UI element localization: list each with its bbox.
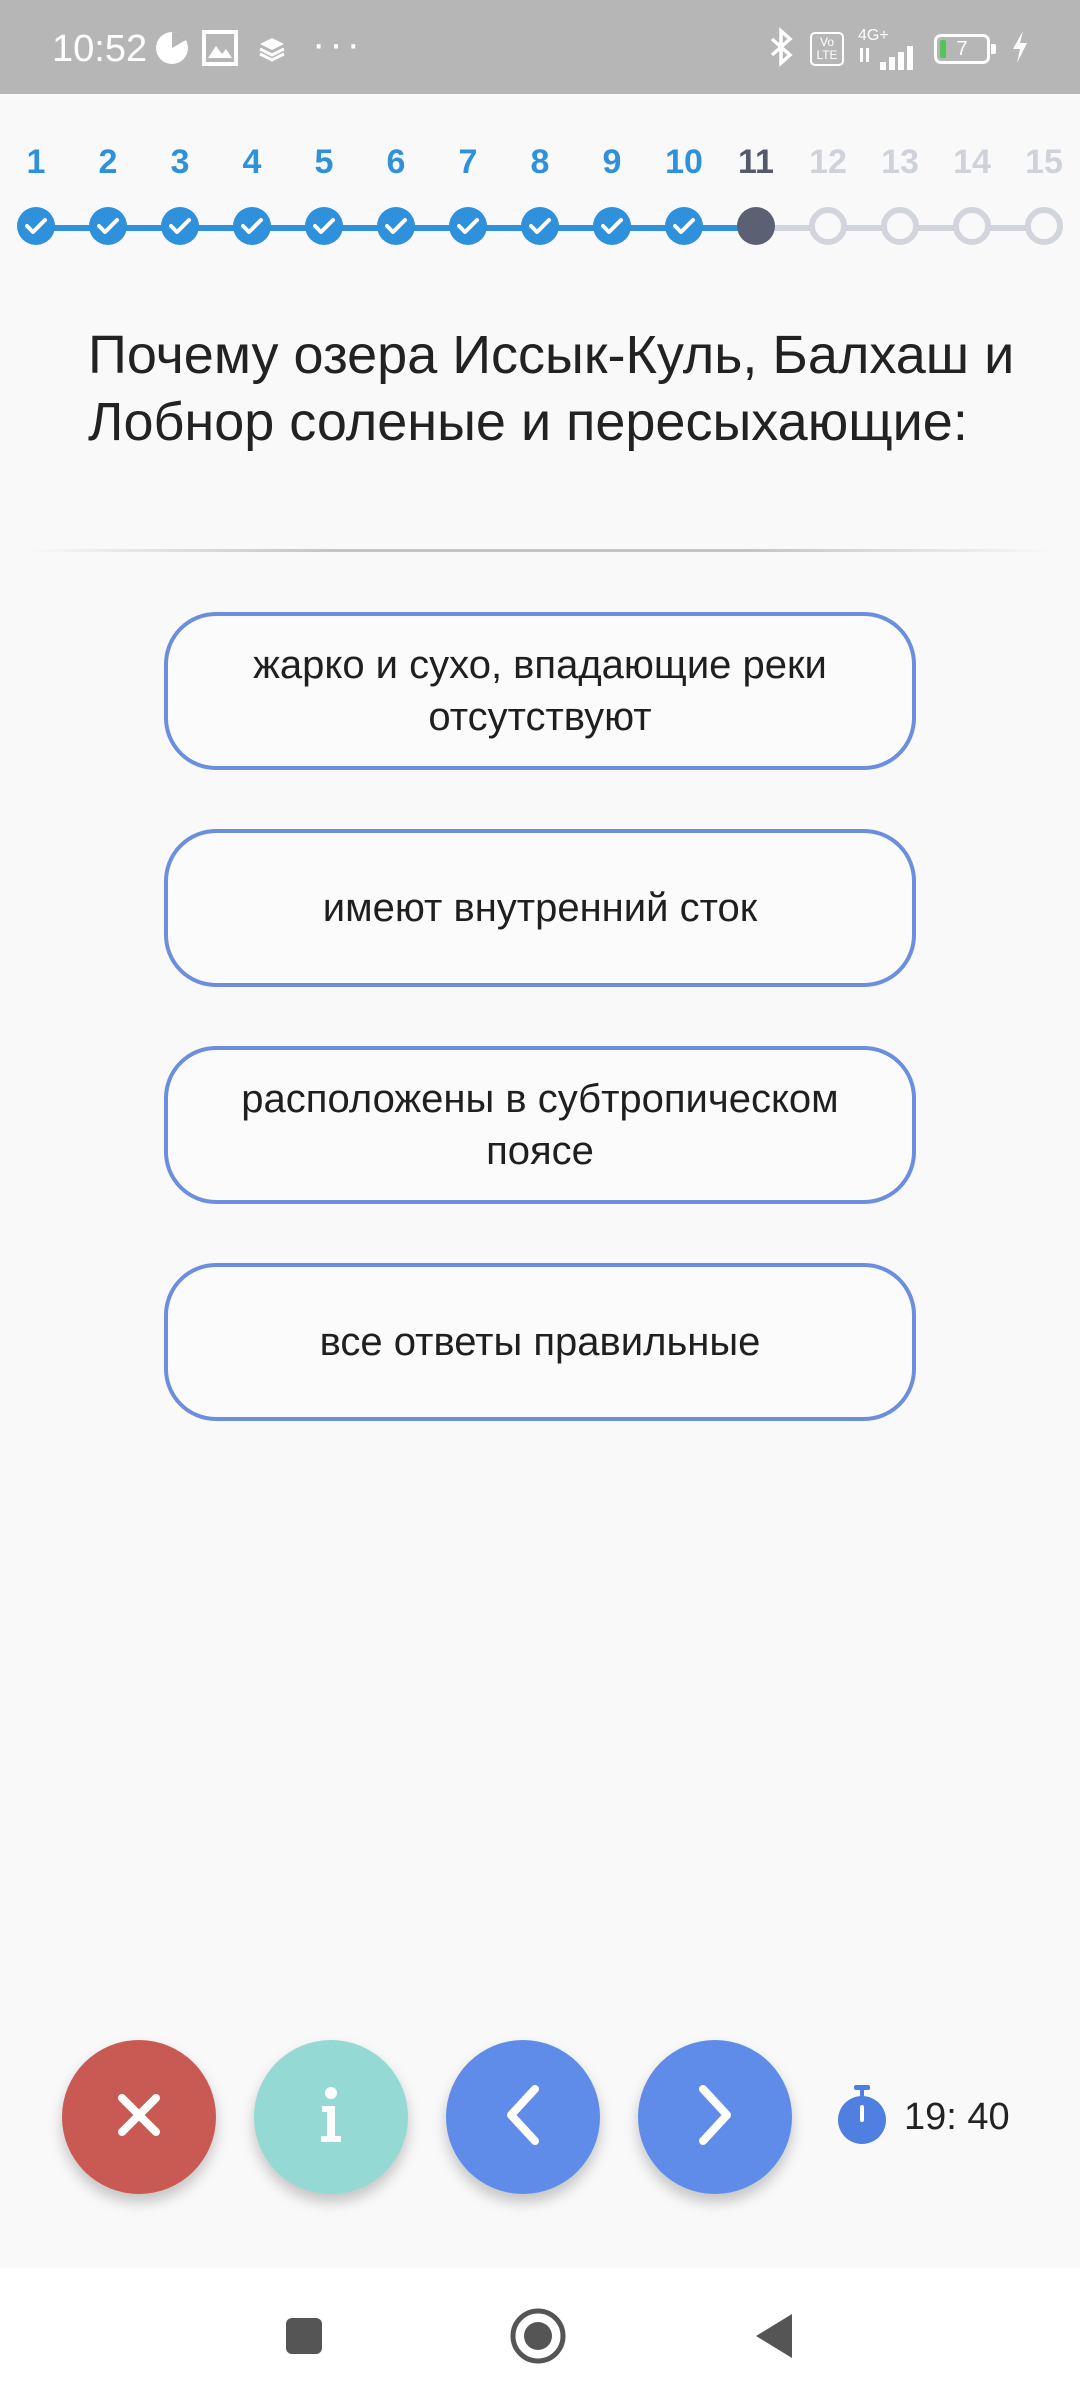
pie-chart-icon bbox=[152, 28, 192, 68]
charging-icon bbox=[1010, 29, 1030, 70]
step-number: 15 bbox=[1025, 143, 1063, 181]
question-divider bbox=[24, 549, 1056, 552]
step-7[interactable]: 7 bbox=[432, 140, 504, 245]
info-button[interactable] bbox=[254, 2040, 408, 2194]
status-bar: 10:52 ··· Vo LTE 4G+ 7 bbox=[0, 0, 1080, 94]
step-8[interactable]: 8 bbox=[504, 140, 576, 245]
step-done-check-icon bbox=[665, 207, 703, 245]
step-9[interactable]: 9 bbox=[576, 140, 648, 245]
status-time: 10:52 bbox=[52, 28, 148, 70]
timer-value: 19: 40 bbox=[904, 2095, 1010, 2138]
answer-option-3[interactable]: расположены в субтропическом поясе bbox=[164, 1046, 916, 1204]
step-number: 10 bbox=[665, 143, 703, 181]
step-number: 14 bbox=[953, 143, 991, 181]
step-done-check-icon bbox=[89, 207, 127, 245]
step-pending-dot bbox=[953, 207, 991, 245]
step-number: 12 bbox=[809, 143, 847, 181]
recents-button[interactable] bbox=[274, 2308, 334, 2368]
close-icon bbox=[114, 2090, 164, 2145]
step-14[interactable]: 14 bbox=[936, 140, 1008, 245]
step-number: 7 bbox=[458, 143, 478, 181]
step-number: 9 bbox=[602, 143, 622, 181]
step-6[interactable]: 6 bbox=[360, 140, 432, 245]
step-12[interactable]: 12 bbox=[792, 140, 864, 245]
home-circle-icon bbox=[509, 2307, 567, 2370]
step-done-check-icon bbox=[161, 207, 199, 245]
system-nav-bar bbox=[0, 2268, 1080, 2400]
answer-option-2[interactable]: имеют внутренний сток bbox=[164, 829, 916, 987]
step-2[interactable]: 2 bbox=[72, 140, 144, 245]
volte-badge: Vo LTE bbox=[810, 32, 844, 66]
question-text: Почему озера Иссык-Куль, Балхаш и Лобнор… bbox=[88, 325, 1015, 452]
step-5[interactable]: 5 bbox=[288, 140, 360, 245]
step-number: 11 bbox=[738, 143, 774, 181]
step-13[interactable]: 13 bbox=[864, 140, 936, 245]
step-number: 5 bbox=[314, 143, 334, 181]
chevron-left-icon bbox=[501, 2083, 545, 2152]
info-icon bbox=[316, 2086, 346, 2149]
back-triangle-icon bbox=[752, 2312, 796, 2365]
image-icon bbox=[200, 28, 240, 68]
step-done-check-icon bbox=[449, 207, 487, 245]
step-number: 6 bbox=[386, 143, 406, 181]
status-overflow: ··· bbox=[312, 22, 364, 66]
step-4[interactable]: 4 bbox=[216, 140, 288, 245]
back-button[interactable] bbox=[744, 2308, 804, 2368]
step-done-check-icon bbox=[233, 207, 271, 245]
answer-option-1[interactable]: жарко и сухо, впадающие реки отсутствуют bbox=[164, 612, 916, 770]
home-button[interactable] bbox=[508, 2308, 568, 2368]
step-number: 4 bbox=[242, 143, 262, 181]
bluetooth-icon bbox=[766, 26, 796, 72]
close-button[interactable] bbox=[62, 2040, 216, 2194]
step-3[interactable]: 3 bbox=[144, 140, 216, 245]
signal-icon: 4G+ bbox=[858, 28, 920, 70]
step-1[interactable]: 1 bbox=[0, 140, 72, 245]
step-number: 2 bbox=[98, 143, 118, 181]
previous-question-button[interactable] bbox=[446, 2040, 600, 2194]
step-pending-dot bbox=[809, 207, 847, 245]
step-done-check-icon bbox=[17, 207, 55, 245]
step-pending-dot bbox=[1025, 207, 1063, 245]
network-type: 4G+ bbox=[858, 27, 889, 44]
step-pending-dot bbox=[881, 207, 919, 245]
step-done-check-icon bbox=[521, 207, 559, 245]
step-10[interactable]: 10 bbox=[648, 140, 720, 245]
chevron-right-icon bbox=[693, 2083, 737, 2152]
stopwatch-icon bbox=[836, 2084, 888, 2150]
quiz-timer: 19: 40 bbox=[836, 2084, 1010, 2150]
step-number: 13 bbox=[881, 143, 919, 181]
step-number: 8 bbox=[530, 143, 550, 181]
question-progress-stepper: 1 2 3 4 5 6 7 8 9 10 11 12 13 14 15 bbox=[0, 140, 1080, 260]
layers-icon bbox=[256, 28, 296, 68]
step-number: 1 bbox=[26, 143, 46, 181]
step-11[interactable]: 11 bbox=[720, 140, 792, 245]
answer-option-4[interactable]: все ответы правильные bbox=[164, 1263, 916, 1421]
recents-square-icon bbox=[284, 2316, 324, 2361]
status-right-group: Vo LTE 4G+ 7 bbox=[766, 24, 1030, 74]
step-15[interactable]: 15 bbox=[1008, 140, 1080, 245]
battery-indicator: 7 bbox=[934, 34, 996, 64]
next-question-button[interactable] bbox=[638, 2040, 792, 2194]
step-done-check-icon bbox=[305, 207, 343, 245]
step-done-check-icon bbox=[377, 207, 415, 245]
step-current-dot bbox=[737, 207, 775, 245]
step-done-check-icon bbox=[593, 207, 631, 245]
step-number: 3 bbox=[170, 143, 190, 181]
